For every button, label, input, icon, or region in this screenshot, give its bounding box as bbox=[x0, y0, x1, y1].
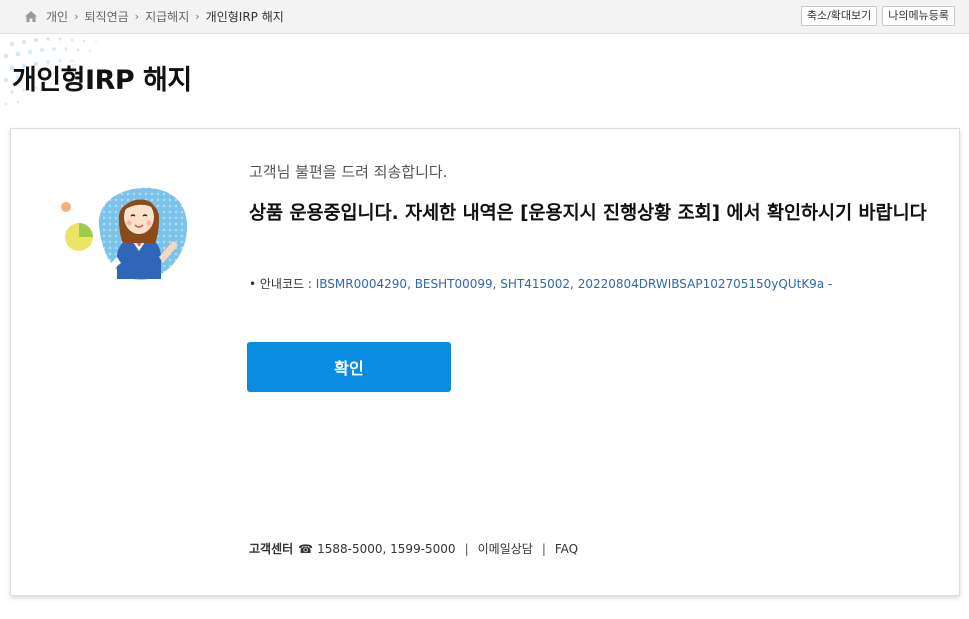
page-title: 개인형IRP 해지 bbox=[12, 65, 192, 96]
home-icon[interactable] bbox=[24, 10, 38, 23]
email-consult-link[interactable]: 이메일상담 bbox=[478, 540, 533, 557]
breadcrumb-item-personal[interactable]: 개인 bbox=[46, 8, 68, 25]
footer-divider: | bbox=[541, 541, 546, 556]
breadcrumb-item-current: 개인형IRP 해지 bbox=[205, 10, 284, 24]
guide-code-label: • 안내코드 : bbox=[249, 277, 312, 291]
faq-link[interactable]: FAQ bbox=[555, 542, 578, 556]
phone-icon: ☎ bbox=[298, 541, 314, 556]
top-buttons: 축소/확대보기 나의메뉴등록 bbox=[800, 6, 955, 26]
confirm-button[interactable]: 확인 bbox=[247, 342, 451, 392]
chevron-right-icon: › bbox=[134, 10, 140, 23]
guide-codes: IBSMR0004290, BESHT00099, SHT415002, 202… bbox=[315, 277, 833, 291]
main-message: 상품 운용중입니다. 자세한 내역은 [운용지시 진행상황 조회] 에서 확인하… bbox=[249, 203, 927, 224]
chevron-right-icon: › bbox=[74, 10, 79, 23]
zoom-button[interactable]: 축소/확대보기 bbox=[800, 6, 878, 26]
phone-numbers: 1588-5000, 1599-5000 bbox=[317, 541, 456, 556]
register-menu-button[interactable]: 나의메뉴등록 bbox=[882, 6, 955, 26]
chevron-right-icon: › bbox=[195, 10, 200, 23]
breadcrumb: 개인 › 퇴직연금 › 지급해지 › 개인형IRP 해지 bbox=[24, 8, 284, 25]
guide-code-line: • 안내코드 : IBSMR0004290, BESHT00099, SHT41… bbox=[249, 275, 832, 292]
message-card: 고객님 불편을 드려 죄송합니다. 상품 운용중입니다. 자세한 내역은 [운용… bbox=[10, 128, 960, 596]
top-bar: 개인 › 퇴직연금 › 지급해지 › 개인형IRP 해지 축소/확대보기 나의메… bbox=[0, 0, 969, 34]
breadcrumb-item-pension[interactable]: 퇴직연금 bbox=[85, 8, 129, 25]
customer-service-illustration bbox=[61, 187, 188, 280]
customer-center-label: 고객센터 bbox=[249, 542, 294, 556]
footer-divider: | bbox=[464, 541, 469, 556]
footer: 고객센터 ☎ 1588-5000, 1599-5000 | 이메일상담 | FA… bbox=[249, 540, 578, 557]
breadcrumb-item-withdrawal[interactable]: 지급해지 bbox=[145, 8, 189, 25]
apology-text: 고객님 불편을 드려 죄송합니다. bbox=[249, 163, 448, 181]
